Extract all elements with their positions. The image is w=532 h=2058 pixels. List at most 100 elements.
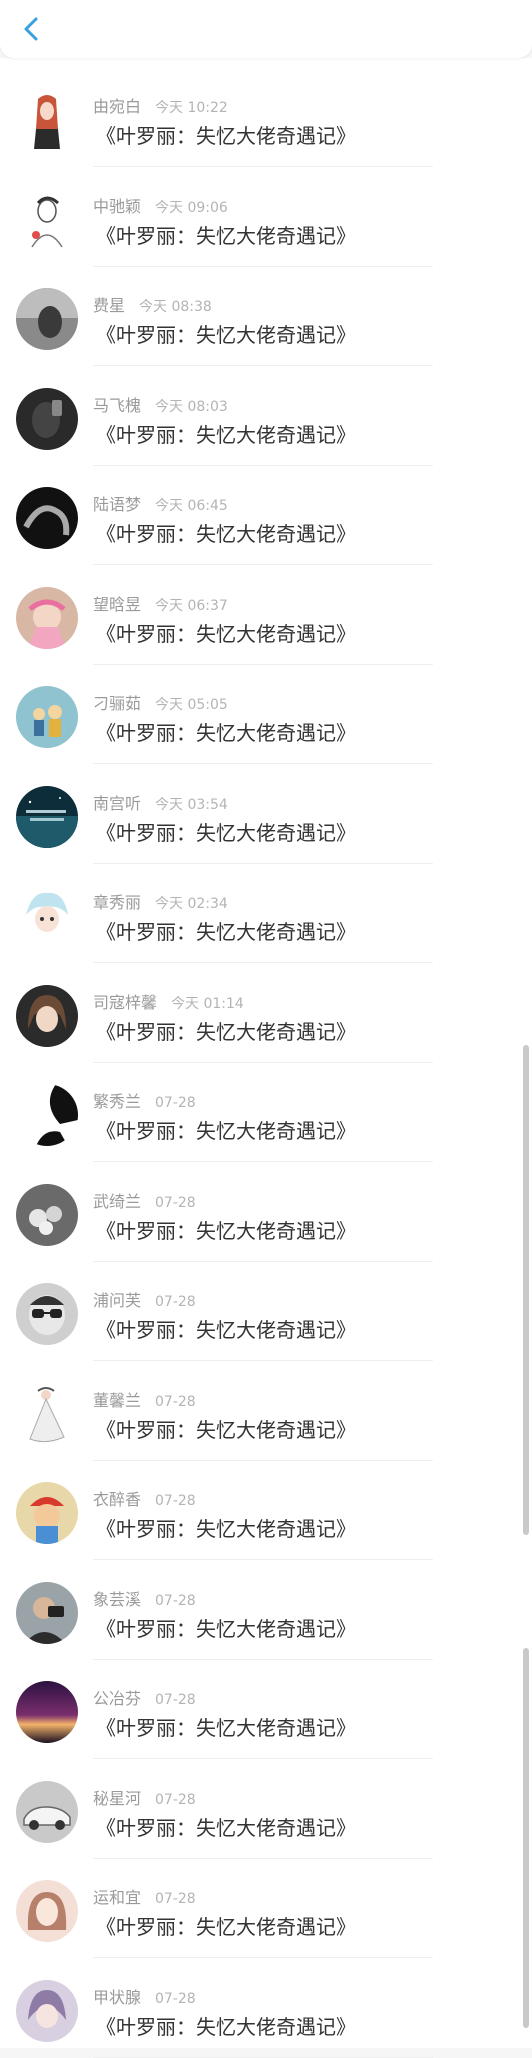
message-row[interactable]: 费星 今天 08:38 《叶罗丽：失忆大佬奇遇记》 xyxy=(0,267,532,366)
divider xyxy=(93,962,433,963)
sender-name-text: 马飞槐 xyxy=(93,396,142,415)
sender-name: 陆语梦 今天 06:45 xyxy=(93,491,228,515)
message-row[interactable]: 董馨兰 07-28 《叶罗丽：失忆大佬奇遇记》 xyxy=(0,1362,532,1461)
sender-name: 南宫听 今天 03:54 xyxy=(93,790,228,814)
message-text: 《叶罗丽：失忆大佬奇遇记》 xyxy=(96,1119,356,1143)
message-text: 《叶罗丽：失忆大佬奇遇记》 xyxy=(96,1517,356,1541)
message-row[interactable]: 司寇梓馨 今天 01:14 《叶罗丽：失忆大佬奇遇记》 xyxy=(0,964,532,1063)
message-time: 今天 03:54 xyxy=(155,797,228,813)
avatar[interactable] xyxy=(16,1980,78,2042)
sender-name-text: 武绮兰 xyxy=(93,1192,142,1211)
sender-name-text: 运和宜 xyxy=(93,1888,142,1907)
message-text: 《叶罗丽：失忆大佬奇遇记》 xyxy=(96,1418,356,1442)
avatar[interactable] xyxy=(16,487,78,549)
message-row[interactable]: 武绮兰 07-28 《叶罗丽：失忆大佬奇遇记》 xyxy=(0,1163,532,1262)
message-text: 《叶罗丽：失忆大佬奇遇记》 xyxy=(96,224,356,248)
message-text: 《叶罗丽：失忆大佬奇遇记》 xyxy=(96,423,356,447)
message-time: 今天 08:03 xyxy=(155,399,228,415)
scrollbar-lower[interactable] xyxy=(523,1648,529,2028)
avatar[interactable] xyxy=(16,1084,78,1146)
avatar[interactable] xyxy=(16,1681,78,1743)
avatar[interactable] xyxy=(16,1582,78,1644)
message-time: 今天 10:22 xyxy=(155,100,228,116)
sender-name: 马飞槐 今天 08:03 xyxy=(93,392,228,416)
message-row[interactable]: 望晗昱 今天 06:37 《叶罗丽：失忆大佬奇遇记》 xyxy=(0,566,532,665)
avatar[interactable] xyxy=(16,1283,78,1345)
message-text: 《叶罗丽：失忆大佬奇遇记》 xyxy=(96,622,356,646)
sender-name: 董馨兰 07-28 xyxy=(93,1387,196,1411)
divider xyxy=(93,1559,433,1560)
avatar[interactable] xyxy=(16,288,78,350)
sender-name-text: 陆语梦 xyxy=(93,495,142,514)
avatar[interactable] xyxy=(16,1482,78,1544)
message-text: 《叶罗丽：失忆大佬奇遇记》 xyxy=(96,1816,356,1840)
message-row[interactable]: 马飞槐 今天 08:03 《叶罗丽：失忆大佬奇遇记》 xyxy=(0,367,532,466)
avatar[interactable] xyxy=(16,587,78,649)
avatar[interactable] xyxy=(16,189,78,251)
sender-name-text: 象芸溪 xyxy=(93,1590,142,1609)
message-row[interactable]: 浦问芙 07-28 《叶罗丽：失忆大佬奇遇记》 xyxy=(0,1262,532,1361)
avatar[interactable] xyxy=(16,885,78,947)
sender-name: 章秀丽 今天 02:34 xyxy=(93,889,228,913)
message-text: 《叶罗丽：失忆大佬奇遇记》 xyxy=(96,124,356,148)
scrollbar[interactable] xyxy=(523,1045,529,1535)
avatar[interactable] xyxy=(16,1880,78,1942)
sender-name-text: 公冶芬 xyxy=(93,1689,142,1708)
message-row[interactable]: 刁骊茹 今天 05:05 《叶罗丽：失忆大佬奇遇记》 xyxy=(0,665,532,764)
sender-name-text: 繁秀兰 xyxy=(93,1092,142,1111)
message-row[interactable]: 由宛白 今天 10:22 《叶罗丽：失忆大佬奇遇记》 xyxy=(0,68,532,167)
sender-name-text: 衣醉香 xyxy=(93,1490,142,1509)
message-row[interactable]: 陆语梦 今天 06:45 《叶罗丽：失忆大佬奇遇记》 xyxy=(0,466,532,565)
avatar[interactable] xyxy=(16,786,78,848)
message-row[interactable]: 运和宜 07-28 《叶罗丽：失忆大佬奇遇记》 xyxy=(0,1859,532,1958)
sender-name: 甲状腺 07-28 xyxy=(93,1984,196,2008)
message-row[interactable]: 章秀丽 今天 02:34 《叶罗丽：失忆大佬奇遇记》 xyxy=(0,864,532,963)
message-time: 07-28 xyxy=(155,1394,196,1410)
avatar[interactable] xyxy=(16,1781,78,1843)
sender-name: 运和宜 07-28 xyxy=(93,1884,196,1908)
sender-name: 浦问芙 07-28 xyxy=(93,1287,196,1311)
message-row[interactable]: 象芸溪 07-28 《叶罗丽：失忆大佬奇遇记》 xyxy=(0,1561,532,1660)
message-time: 今天 05:05 xyxy=(155,697,228,713)
sender-name: 由宛白 今天 10:22 xyxy=(93,93,228,117)
sender-name-text: 刁骊茹 xyxy=(93,694,142,713)
avatar[interactable] xyxy=(16,388,78,450)
message-time: 07-28 xyxy=(155,1891,196,1907)
back-button[interactable] xyxy=(14,12,48,46)
sender-name: 中驰颖 今天 09:06 xyxy=(93,193,228,217)
message-row[interactable]: 南宫听 今天 03:54 《叶罗丽：失忆大佬奇遇记》 xyxy=(0,765,532,864)
sender-name-text: 章秀丽 xyxy=(93,893,142,912)
message-row[interactable]: 甲状腺 07-28 《叶罗丽：失忆大佬奇遇记》 xyxy=(0,1959,532,2058)
message-time: 今天 06:37 xyxy=(155,598,228,614)
avatar[interactable] xyxy=(16,1184,78,1246)
message-text: 《叶罗丽：失忆大佬奇遇记》 xyxy=(96,522,356,546)
avatar[interactable] xyxy=(16,686,78,748)
sender-name-text: 浦问芙 xyxy=(93,1291,142,1310)
message-time: 07-28 xyxy=(155,1095,196,1111)
avatar[interactable] xyxy=(16,1383,78,1445)
message-row[interactable]: 公冶芬 07-28 《叶罗丽：失忆大佬奇遇记》 xyxy=(0,1660,532,1759)
message-row[interactable]: 繁秀兰 07-28 《叶罗丽：失忆大佬奇遇记》 xyxy=(0,1063,532,1162)
divider xyxy=(93,1161,433,1162)
sender-name-text: 董馨兰 xyxy=(93,1391,142,1410)
message-row[interactable]: 中驰颖 今天 09:06 《叶罗丽：失忆大佬奇遇记》 xyxy=(0,168,532,267)
message-row[interactable]: 秘星河 07-28 《叶罗丽：失忆大佬奇遇记》 xyxy=(0,1760,532,1859)
message-row[interactable]: 衣醉香 07-28 《叶罗丽：失忆大佬奇遇记》 xyxy=(0,1461,532,1560)
sender-name-text: 中驰颖 xyxy=(93,197,142,216)
sender-name-text: 望晗昱 xyxy=(93,595,142,614)
message-time: 07-28 xyxy=(155,1294,196,1310)
sender-name-text: 费星 xyxy=(93,296,126,315)
sender-name: 司寇梓馨 今天 01:14 xyxy=(93,989,244,1013)
divider xyxy=(93,365,433,366)
message-time: 今天 02:34 xyxy=(155,896,228,912)
message-time: 今天 09:06 xyxy=(155,200,228,216)
message-time: 07-28 xyxy=(155,1493,196,1509)
message-text: 《叶罗丽：失忆大佬奇遇记》 xyxy=(96,1716,356,1740)
sender-name: 费星 今天 08:38 xyxy=(93,292,212,316)
sender-name: 望晗昱 今天 06:37 xyxy=(93,591,228,615)
sender-name: 公冶芬 07-28 xyxy=(93,1685,196,1709)
sender-name: 象芸溪 07-28 xyxy=(93,1586,196,1610)
avatar[interactable] xyxy=(16,89,78,151)
message-text: 《叶罗丽：失忆大佬奇遇记》 xyxy=(96,920,356,944)
avatar[interactable] xyxy=(16,985,78,1047)
